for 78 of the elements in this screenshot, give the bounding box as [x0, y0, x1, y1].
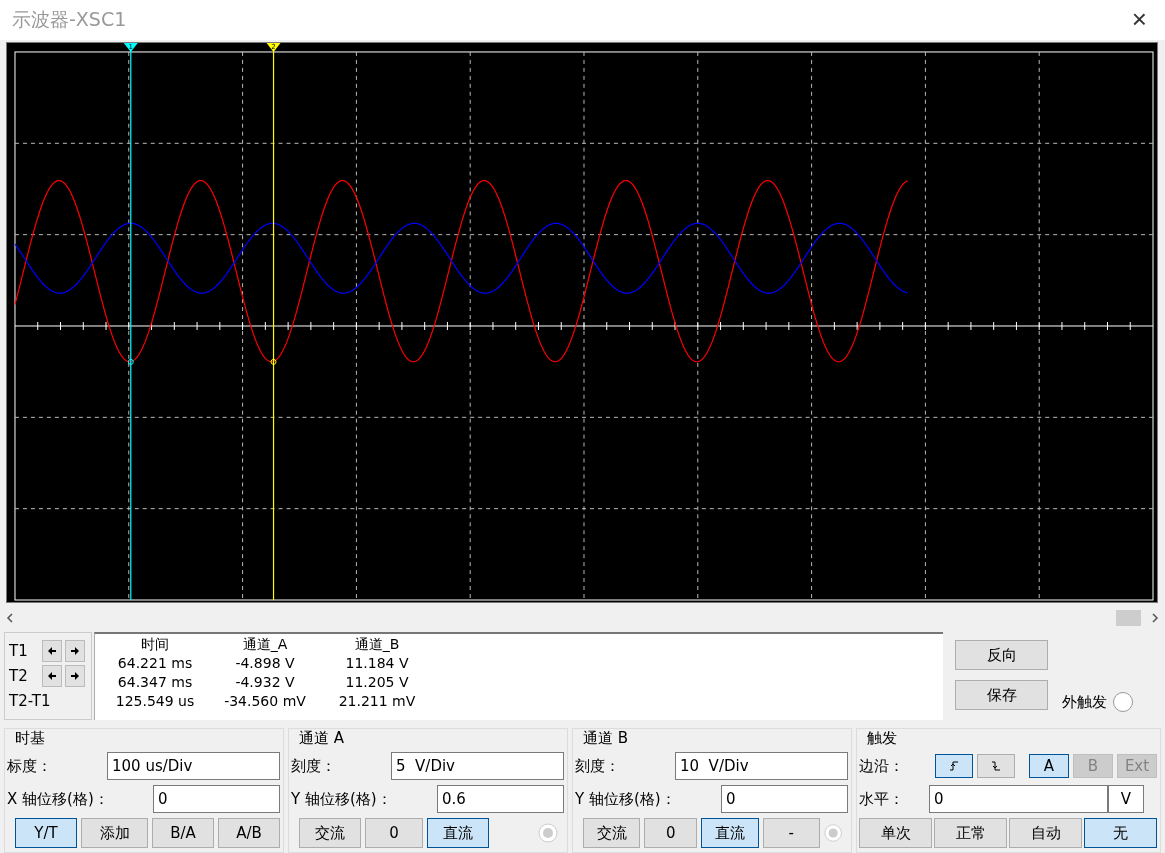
table-cell-text: -34.560 mV	[223, 693, 307, 711]
trigger-mode-button[interactable]: 单次	[859, 818, 932, 848]
action-button[interactable]: 反向	[955, 640, 1048, 670]
cursor-point	[127, 358, 134, 365]
value-field[interactable]: 0	[153, 785, 280, 813]
move-right-button[interactable]	[65, 665, 85, 687]
table-cell-text: 11.184 V	[344, 655, 410, 673]
window-title: 示波器-XSC1	[12, 6, 127, 32]
field-label: 标度：	[7, 756, 52, 776]
mode-button[interactable]: A/B	[218, 818, 280, 848]
trigger-mode-button[interactable]: 自动	[1009, 818, 1082, 848]
cursor-point	[270, 358, 277, 365]
radio-icon[interactable]	[823, 823, 842, 843]
move-left-button[interactable]	[42, 639, 62, 662]
field-label: Y 轴位移(格)：	[575, 789, 676, 809]
value-field[interactable]: 100 us/Div	[107, 752, 280, 780]
level-field[interactable]: 0	[929, 785, 1108, 813]
cursor-label: T1	[9, 641, 29, 660]
rising-edge-icon	[949, 761, 959, 771]
coupling-button[interactable]: 交流	[583, 818, 641, 848]
field-label: 刻度：	[575, 756, 620, 776]
close-button[interactable]: ×	[1127, 4, 1151, 36]
field-label: 刻度：	[291, 756, 336, 776]
cursor-flag[interactable]	[266, 42, 281, 52]
value-field[interactable]: 10 V/Div	[675, 752, 848, 780]
coupling-button[interactable]: 直流	[701, 818, 759, 848]
field-label: Y 轴位移(格)：	[291, 789, 392, 809]
coupling-button[interactable]: 直流	[427, 818, 489, 848]
source-button[interactable]: A	[1029, 754, 1069, 778]
table-cell-text: 64.221 ms	[116, 655, 194, 673]
mode-button[interactable]: 添加	[81, 818, 148, 848]
group-title: 触发	[866, 729, 898, 747]
value-field[interactable]: 5 V/Div	[391, 752, 564, 780]
trigger-mode-button[interactable]: 正常	[934, 818, 1007, 848]
field-label: 水平：	[859, 789, 905, 809]
external-trigger-label: 外触发	[1062, 693, 1107, 712]
value-field[interactable]: 0	[721, 785, 848, 813]
group-title: 通道 A	[298, 729, 346, 747]
table-cell-text: 64.347 ms	[116, 674, 194, 692]
left-arrow-icon	[47, 671, 57, 681]
value-field[interactable]: 0.6	[437, 785, 564, 813]
mode-button[interactable]: Y/T	[15, 818, 77, 848]
coupling-button[interactable]: -	[762, 818, 820, 848]
action-button[interactable]: 保存	[955, 680, 1048, 710]
table-cell-text: 125.549 us	[114, 693, 196, 711]
cursor-label: T2	[9, 667, 29, 685]
move-right-button[interactable]	[65, 639, 85, 662]
edge-button[interactable]	[935, 754, 973, 778]
group-title: 通道 B	[582, 729, 630, 747]
external-trigger-radio[interactable]	[1113, 692, 1133, 712]
edge-button[interactable]	[977, 754, 1015, 778]
scroll-left-icon[interactable]	[6, 613, 14, 624]
column-header: 通道_A	[241, 636, 289, 654]
coupling-button[interactable]: 0	[365, 818, 423, 848]
right-arrow-icon	[70, 645, 80, 656]
right-arrow-icon	[70, 671, 80, 681]
table-cell-text: 11.205 V	[344, 674, 410, 692]
column-header: 时间	[140, 636, 170, 654]
column-header: 通道_B	[353, 636, 401, 654]
move-left-button[interactable]	[42, 665, 62, 687]
mode-button[interactable]: B/A	[152, 818, 214, 848]
table-cell-text: -4.898 V	[234, 655, 296, 673]
coupling-button[interactable]: 0	[644, 818, 698, 848]
group-title: 时基	[14, 729, 46, 747]
radio-icon[interactable]	[538, 823, 558, 843]
coupling-button[interactable]: 交流	[299, 818, 361, 848]
table-cell-text: -4.932 V	[234, 674, 296, 692]
cursor-label: T2-T1	[9, 692, 51, 711]
scroll-right-icon[interactable]	[1151, 613, 1159, 624]
field-label: X 轴位移(格)：	[7, 789, 109, 809]
cursor-flag[interactable]	[123, 42, 138, 52]
field-label: 边沿：	[859, 756, 904, 776]
falling-edge-icon	[991, 761, 1001, 771]
unit-field[interactable]: V	[1108, 785, 1144, 813]
scrollbar-thumb[interactable]	[1116, 610, 1141, 627]
left-arrow-icon	[47, 645, 57, 656]
trigger-mode-button[interactable]: 无	[1084, 818, 1157, 848]
table-cell-text: 21.211 mV	[337, 693, 417, 711]
